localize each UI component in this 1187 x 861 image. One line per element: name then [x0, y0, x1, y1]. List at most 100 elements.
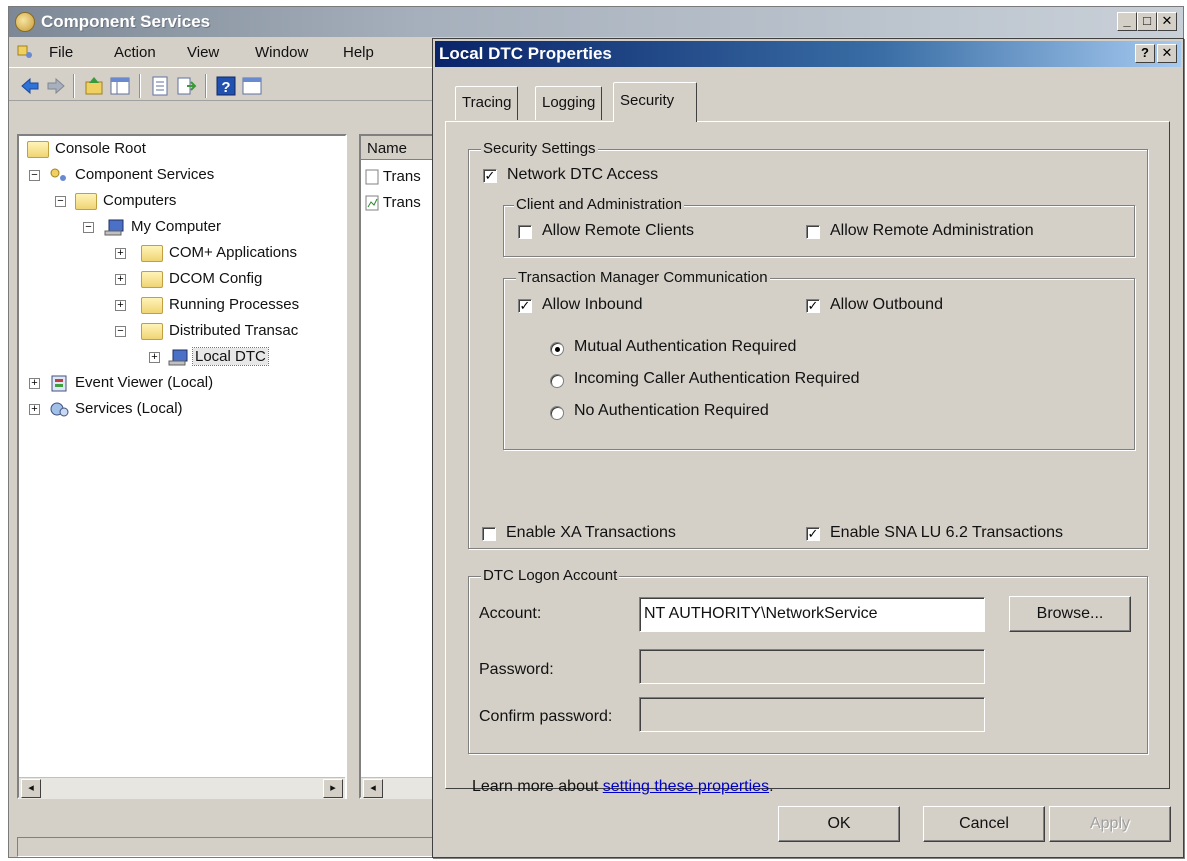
enable-xa-transactions-checkbox[interactable] — [482, 527, 496, 541]
collapse-icon[interactable]: − — [83, 222, 94, 233]
list-item[interactable]: Trans — [365, 168, 421, 185]
export-list-icon[interactable] — [175, 75, 197, 97]
confirm-password-input[interactable] — [639, 697, 985, 732]
menu-action[interactable]: Action — [114, 44, 156, 61]
tab-security[interactable]: Security — [613, 82, 697, 122]
menu-help[interactable]: Help — [343, 44, 374, 61]
apply-button[interactable]: Apply — [1049, 806, 1171, 842]
dialog-close-button[interactable]: ✕ — [1157, 44, 1177, 63]
maximize-button[interactable]: □ — [1137, 12, 1157, 31]
tree-label: DCOM Config — [169, 270, 263, 287]
up-one-level-icon[interactable] — [83, 75, 105, 97]
client-administration-legend: Client and Administration — [514, 196, 684, 213]
status-bar — [17, 837, 449, 857]
local-dtc-properties-dialog: Local DTC Properties ? ✕ Tracing Logging… — [432, 38, 1184, 858]
network-dtc-access-checkbox[interactable]: ✓ — [483, 169, 497, 183]
ok-button[interactable]: OK — [778, 806, 900, 842]
cancel-button[interactable]: Cancel — [923, 806, 1045, 842]
network-dtc-access-label: Network DTC Access — [507, 166, 659, 183]
tab-tracing[interactable]: Tracing — [455, 86, 519, 120]
component-services-icon — [15, 12, 35, 32]
folder-icon — [75, 193, 97, 210]
browse-button[interactable]: Browse... — [1009, 596, 1131, 632]
security-settings-group: Security Settings ✓ Network DTC Access C… — [468, 140, 1148, 549]
tree-label: Component Services — [75, 166, 215, 183]
help-icon[interactable]: ? — [215, 75, 237, 97]
dialog-titlebar[interactable]: Local DTC Properties ? ✕ — [435, 41, 1181, 67]
allow-outbound-checkbox[interactable]: ✓ — [806, 299, 820, 313]
dialog-title: Local DTC Properties — [439, 44, 612, 63]
enable-sna-transactions-label: Enable SNA LU 6.2 Transactions — [830, 524, 1064, 541]
account-input[interactable]: NT AUTHORITY\NetworkService — [639, 597, 985, 632]
computer-icon — [168, 349, 188, 366]
chart-document-icon — [365, 195, 379, 211]
show-hide-tree-icon[interactable] — [109, 75, 131, 97]
learn-more-prefix: Learn more about — [472, 778, 603, 795]
help-button[interactable]: ? — [1135, 44, 1155, 63]
collapse-icon[interactable]: − — [29, 170, 40, 181]
main-titlebar[interactable]: Component Services _ □ ✕ — [9, 7, 1183, 37]
folder-icon — [27, 141, 49, 158]
collapse-icon[interactable]: − — [115, 326, 126, 337]
folder-icon — [141, 323, 163, 340]
expand-icon[interactable]: + — [149, 352, 160, 363]
mutual-authentication-label: Mutual Authentication Required — [574, 338, 797, 355]
expand-icon[interactable]: + — [115, 274, 126, 285]
console-menu-icon[interactable] — [17, 45, 33, 59]
tree-horizontal-scrollbar[interactable]: ◂ ▸ — [19, 777, 345, 799]
allow-inbound-label: Allow Inbound — [542, 296, 643, 313]
tree-label: Event Viewer (Local) — [75, 374, 214, 391]
no-authentication-label: No Authentication Required — [574, 402, 769, 419]
forward-arrow-icon[interactable] — [45, 75, 67, 97]
menu-window[interactable]: Window — [255, 44, 308, 61]
enable-sna-transactions-checkbox[interactable]: ✓ — [806, 527, 820, 541]
tab-logging[interactable]: Logging — [535, 86, 603, 120]
no-authentication-radio[interactable] — [550, 406, 564, 420]
close-button[interactable]: ✕ — [1157, 12, 1177, 31]
minimize-button[interactable]: _ — [1117, 12, 1137, 31]
back-arrow-icon[interactable] — [19, 75, 41, 97]
allow-remote-clients-checkbox[interactable] — [518, 225, 532, 239]
password-input[interactable] — [639, 649, 985, 684]
tree-label: Services (Local) — [75, 400, 183, 417]
expand-icon[interactable]: + — [115, 248, 126, 259]
expand-icon[interactable]: + — [29, 404, 40, 415]
checkmark-icon: ✓ — [484, 168, 496, 183]
radio-selected-dot — [555, 347, 560, 352]
incoming-caller-authentication-label: Incoming Caller Authentication Required — [574, 370, 860, 387]
allow-remote-administration-checkbox[interactable] — [806, 225, 820, 239]
learn-more-suffix: . — [769, 778, 774, 795]
expand-icon[interactable]: + — [29, 378, 40, 389]
enable-xa-transactions-label: Enable XA Transactions — [506, 524, 676, 541]
confirm-password-label: Confirm password: — [479, 708, 613, 725]
scroll-right-icon[interactable]: ▸ — [323, 779, 343, 798]
setting-properties-link[interactable]: setting these properties — [603, 778, 769, 795]
component-services-icon — [50, 168, 66, 181]
checkmark-icon: ✓ — [807, 298, 819, 313]
console-window-icon[interactable] — [241, 75, 263, 97]
tree-label: Running Processes — [169, 296, 300, 313]
tree-label: COM+ Applications — [169, 244, 297, 261]
allow-inbound-checkbox[interactable]: ✓ — [518, 299, 532, 313]
list-item-label: Trans — [382, 194, 421, 211]
allow-remote-administration-label: Allow Remote Administration — [830, 222, 1034, 239]
list-item[interactable]: Trans — [365, 194, 421, 211]
folder-icon — [141, 297, 163, 314]
collapse-icon[interactable]: − — [55, 196, 66, 207]
scroll-left-icon[interactable]: ◂ — [363, 779, 383, 798]
mutual-authentication-radio[interactable] — [550, 342, 564, 356]
menu-view[interactable]: View — [187, 44, 219, 61]
services-icon — [50, 402, 69, 417]
expand-icon[interactable]: + — [115, 300, 126, 311]
account-label: Account: — [479, 605, 542, 622]
security-tab-panel: Security Settings ✓ Network DTC Access C… — [445, 121, 1170, 795]
tree-label: Local DTC — [192, 347, 269, 366]
tree-label: My Computer — [131, 218, 222, 235]
scroll-left-icon[interactable]: ◂ — [21, 779, 41, 798]
properties-icon[interactable] — [149, 75, 171, 97]
menu-file[interactable]: File — [49, 44, 73, 61]
document-icon — [365, 169, 379, 185]
incoming-caller-authentication-radio[interactable] — [550, 374, 564, 388]
computer-icon — [104, 219, 124, 236]
security-settings-legend: Security Settings — [481, 140, 598, 157]
